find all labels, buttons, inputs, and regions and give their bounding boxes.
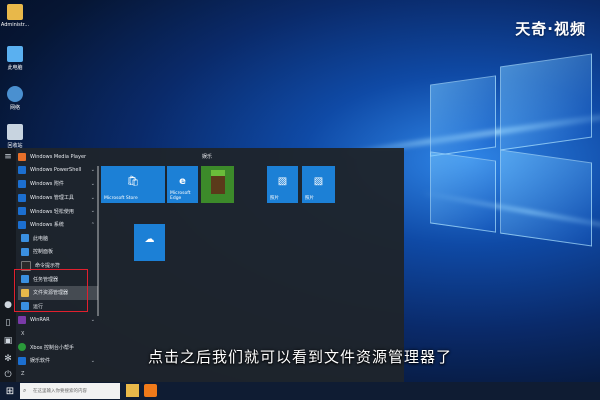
tile-photos-1[interactable]: ▧ 照片 bbox=[267, 166, 298, 203]
tile-label: 照片 bbox=[305, 196, 314, 201]
chevron-down-icon: ⌄ bbox=[90, 167, 95, 174]
network-icon bbox=[7, 86, 23, 102]
chevron-down-icon: ⌄ bbox=[90, 208, 95, 215]
folder-icon bbox=[18, 220, 26, 229]
app-item-windows-accessories[interactable]: Windows 附件 ⌄ bbox=[18, 177, 98, 191]
app-item-label: Windows Media Player bbox=[30, 153, 87, 160]
app-item-windows-powershell[interactable]: Windows PowerShell ⌄ bbox=[18, 164, 98, 178]
app-item-label: 此电脑 bbox=[33, 235, 49, 242]
taskbar-file-explorer-icon[interactable] bbox=[126, 384, 139, 397]
folder-icon bbox=[18, 207, 26, 216]
app-item-windows-system[interactable]: Windows 系统 ⌃ bbox=[18, 218, 98, 232]
user-folder-icon bbox=[7, 4, 23, 20]
windows-logo-icon: ⊞ bbox=[5, 385, 15, 397]
computer-icon bbox=[21, 234, 29, 243]
desktop-icon-label: 网络 bbox=[9, 105, 20, 111]
highlight-box bbox=[14, 269, 88, 312]
tile-minecraft[interactable] bbox=[201, 166, 234, 203]
recycle-bin-icon bbox=[7, 124, 23, 140]
chevron-down-icon: ⌄ bbox=[90, 316, 95, 323]
store-bag-icon: 🛍 bbox=[126, 176, 140, 188]
app-item-windows-ease-of-access[interactable]: Windows 轻松使用 ⌄ bbox=[18, 204, 98, 218]
winrar-icon bbox=[18, 315, 26, 324]
tile-label: Microsoft Store bbox=[104, 196, 138, 201]
letter-header-z[interactable]: Z bbox=[18, 368, 98, 382]
photo-icon: ▧ bbox=[277, 176, 288, 188]
app-item-winrar[interactable]: WinRAR ⌄ bbox=[18, 313, 98, 327]
minecraft-icon bbox=[210, 170, 225, 195]
folder-icon bbox=[18, 193, 26, 202]
tile-label: 照片 bbox=[270, 196, 279, 201]
watermark: 天奇·视频 bbox=[515, 20, 586, 38]
tile-label: Microsoft Edge bbox=[170, 191, 191, 201]
media-player-icon bbox=[18, 152, 26, 161]
app-item-windows-admin-tools[interactable]: Windows 管理工具 ⌄ bbox=[18, 191, 98, 205]
chevron-down-icon: ⌄ bbox=[90, 194, 95, 201]
pictures-icon[interactable]: ▣ bbox=[3, 336, 13, 346]
desktop-icon-label: Administr... bbox=[0, 22, 30, 28]
power-icon[interactable]: ⏻ bbox=[3, 370, 13, 380]
desktop-icon-network[interactable]: 网络 bbox=[0, 86, 30, 111]
app-item-control-panel[interactable]: 控制面板 bbox=[18, 245, 98, 259]
tile-microsoft-store[interactable]: 🛍 Microsoft Store bbox=[101, 166, 165, 203]
app-item-this-pc[interactable]: 此电脑 bbox=[18, 232, 98, 246]
search-placeholder: 在这里输入你要搜索的内容 bbox=[33, 389, 87, 394]
edge-icon: e bbox=[179, 176, 186, 188]
cloud-icon: ☁ bbox=[144, 234, 155, 246]
menu-icon[interactable]: ≡ bbox=[3, 152, 13, 162]
tile-photos-2[interactable]: ▧ 照片 bbox=[302, 166, 335, 203]
chevron-down-icon: ⌄ bbox=[90, 180, 95, 187]
tile-onedrive[interactable]: ☁ bbox=[134, 224, 165, 261]
chevron-up-icon: ⌃ bbox=[90, 221, 95, 228]
taskbar-browser-icon[interactable] bbox=[144, 384, 157, 397]
app-item-label: 控制面板 bbox=[33, 249, 54, 256]
start-button[interactable]: ⊞ bbox=[0, 382, 20, 400]
tile-microsoft-edge[interactable]: e Microsoft Edge bbox=[167, 166, 198, 203]
photo-icon: ▧ bbox=[313, 176, 324, 188]
desktop-icon-recycle-bin[interactable]: 回收站 bbox=[0, 124, 30, 149]
app-item-label: WinRAR bbox=[30, 316, 50, 323]
app-item-label: Windows 轻松使用 bbox=[30, 208, 74, 215]
app-item-label: Windows 附件 bbox=[30, 181, 64, 188]
app-item-label: Windows PowerShell bbox=[30, 167, 82, 174]
video-subtitle: 点击之后我们就可以看到文件资源管理器了 bbox=[147, 348, 452, 366]
letter-header-x[interactable]: X bbox=[18, 327, 98, 341]
folder-icon bbox=[18, 166, 26, 175]
taskbar-search-box[interactable]: ⌕ 在这里输入你要搜索的内容 bbox=[20, 383, 120, 399]
desktop-icon-this-pc[interactable]: 此电脑 bbox=[0, 46, 30, 71]
folder-icon bbox=[18, 179, 26, 188]
desktop-icon-administrator[interactable]: Administr... bbox=[0, 4, 30, 28]
tile-group-title-entertainment: 娱乐 bbox=[202, 154, 213, 160]
control-panel-icon bbox=[21, 247, 29, 256]
desktop-icon-label: 此电脑 bbox=[7, 65, 23, 71]
app-list-scrollbar[interactable] bbox=[97, 166, 99, 316]
app-item-label: Windows 系统 bbox=[30, 222, 64, 229]
app-item-windows-media-player[interactable]: Windows Media Player bbox=[18, 150, 98, 164]
user-icon[interactable]: ● bbox=[3, 300, 13, 310]
app-item-label: Windows 管理工具 bbox=[30, 195, 74, 202]
search-icon: ⌕ bbox=[23, 387, 27, 394]
document-icon[interactable]: ▯ bbox=[3, 318, 13, 328]
computer-icon bbox=[7, 46, 23, 62]
app-item-label: 命令提示符 bbox=[35, 263, 61, 270]
